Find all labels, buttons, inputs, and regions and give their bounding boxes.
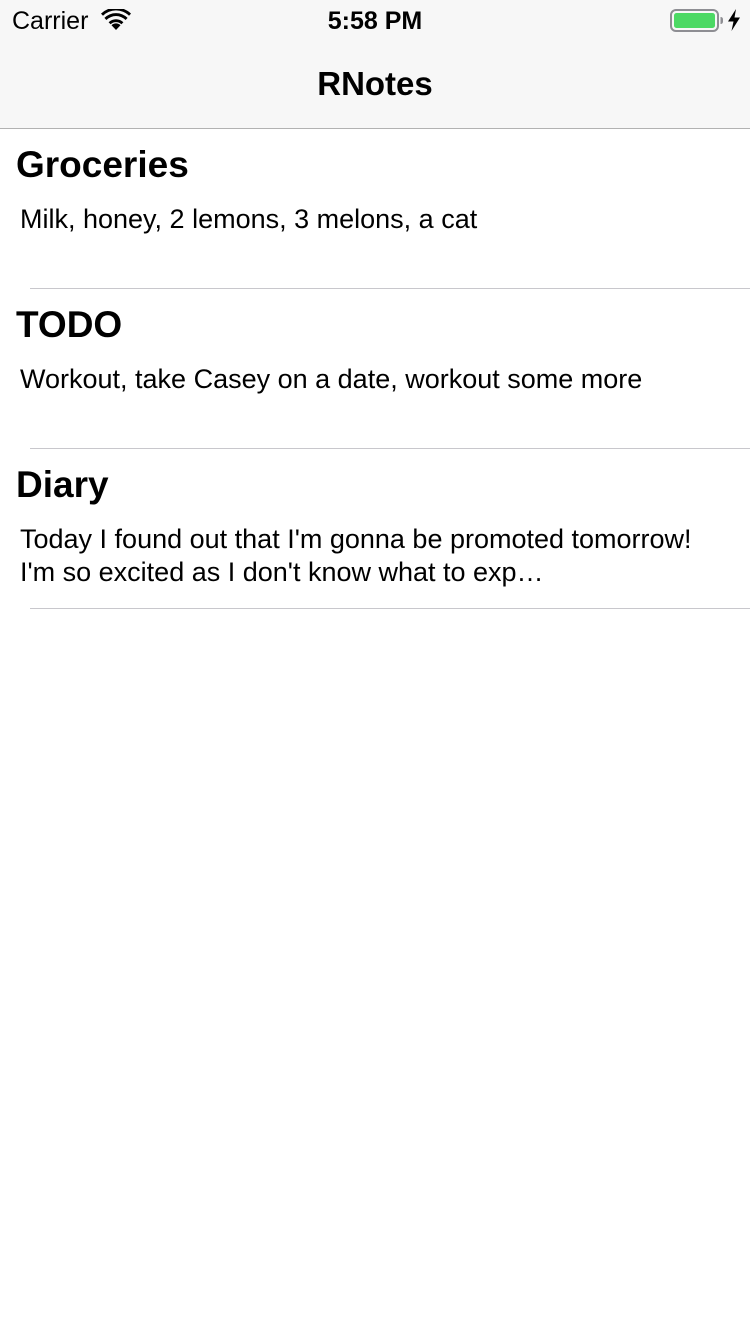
note-body: Today I found out that I'm gonna be prom…	[20, 524, 692, 587]
note-title: TODO	[16, 304, 123, 345]
note-body: Milk, honey, 2 lemons, 3 melons, a cat	[20, 204, 478, 234]
note-item-groceries[interactable]: Groceries Milk, honey, 2 lemons, 3 melon…	[16, 129, 750, 289]
note-title: Diary	[16, 464, 109, 505]
note-item-diary[interactable]: Diary Today I found out that I'm gonna b…	[16, 449, 750, 609]
status-time: 5:58 PM	[327, 7, 423, 35]
note-body: Workout, take Casey on a date, workout s…	[20, 364, 643, 394]
battery-icon	[670, 9, 723, 32]
charging-bolt-icon	[728, 9, 740, 31]
navigation-bar: RNotes	[0, 40, 750, 129]
note-title: Groceries	[16, 144, 189, 185]
status-bar: Carrier 5:58 PM	[0, 0, 750, 40]
page-title: RNotes	[317, 65, 433, 102]
notes-list: Groceries Milk, honey, 2 lemons, 3 melon…	[0, 129, 750, 609]
note-item-todo[interactable]: TODO Workout, take Casey on a date, work…	[16, 289, 750, 449]
